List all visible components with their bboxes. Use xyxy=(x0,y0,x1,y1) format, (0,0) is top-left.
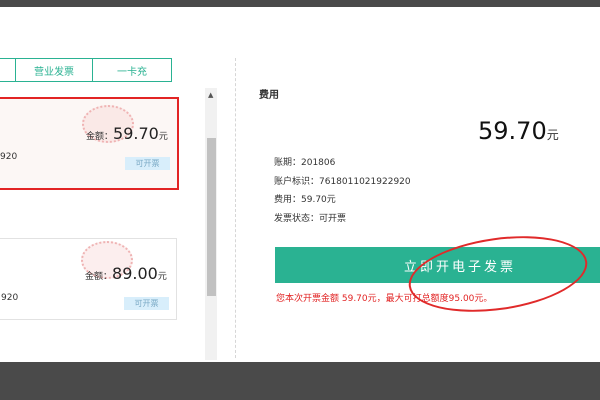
amount-value: 59.70 xyxy=(113,124,159,143)
bill-card[interactable]: 金额：89.00元 920 可开票 xyxy=(0,238,177,320)
panel-divider xyxy=(235,58,236,358)
invoice-type-tabs: 营业发票 一卡充 xyxy=(0,58,172,82)
account-number: 920 xyxy=(0,152,18,162)
status-badge: 可开票 xyxy=(125,157,170,170)
issue-e-invoice-button[interactable]: 立即开电子发票 xyxy=(275,247,600,283)
tab-one-card-recharge[interactable]: 一卡充 xyxy=(92,58,172,82)
tab-business-invoice[interactable]: 营业发票 xyxy=(15,58,93,82)
amount-value: 89.00 xyxy=(112,264,158,283)
fee: 费用：59.70元 xyxy=(274,195,336,205)
amount-label: 金额： xyxy=(86,132,114,142)
scroll-up-arrow-icon[interactable]: ▲ xyxy=(208,92,213,99)
account-id: 账户标识：7618011021922920 xyxy=(274,177,411,187)
bill-amount: 金额：59.70元 xyxy=(86,124,168,143)
amount-unit: 元 xyxy=(158,132,168,142)
billing-period: 账期：201806 xyxy=(274,158,336,168)
status-badge: 可开票 xyxy=(124,297,169,310)
detail-title: 费用 xyxy=(259,90,279,101)
detail-amount-value: 59.70 xyxy=(478,117,547,145)
bill-amount: 金额：89.00元 xyxy=(85,264,167,283)
top-bar xyxy=(0,0,600,7)
detail-amount-unit: 元 xyxy=(546,128,559,142)
invoice-limit-note: 您本次开票金额 59.70元，最大可打总额度95.00元。 xyxy=(276,294,493,304)
bill-card-selected[interactable]: 金额：59.70元 920 可开票 xyxy=(0,97,179,190)
bottom-overlay xyxy=(0,362,600,400)
tab-partial[interactable] xyxy=(0,58,16,82)
bill-list-scrollbar[interactable]: ▲ xyxy=(205,88,217,360)
invoice-status: 发票状态：可开票 xyxy=(274,214,347,224)
detail-amount: 59.70元 xyxy=(478,117,559,145)
amount-unit: 元 xyxy=(157,272,167,282)
scroll-thumb[interactable] xyxy=(207,138,216,296)
account-number: 920 xyxy=(1,293,19,303)
amount-label: 金额： xyxy=(85,272,113,282)
